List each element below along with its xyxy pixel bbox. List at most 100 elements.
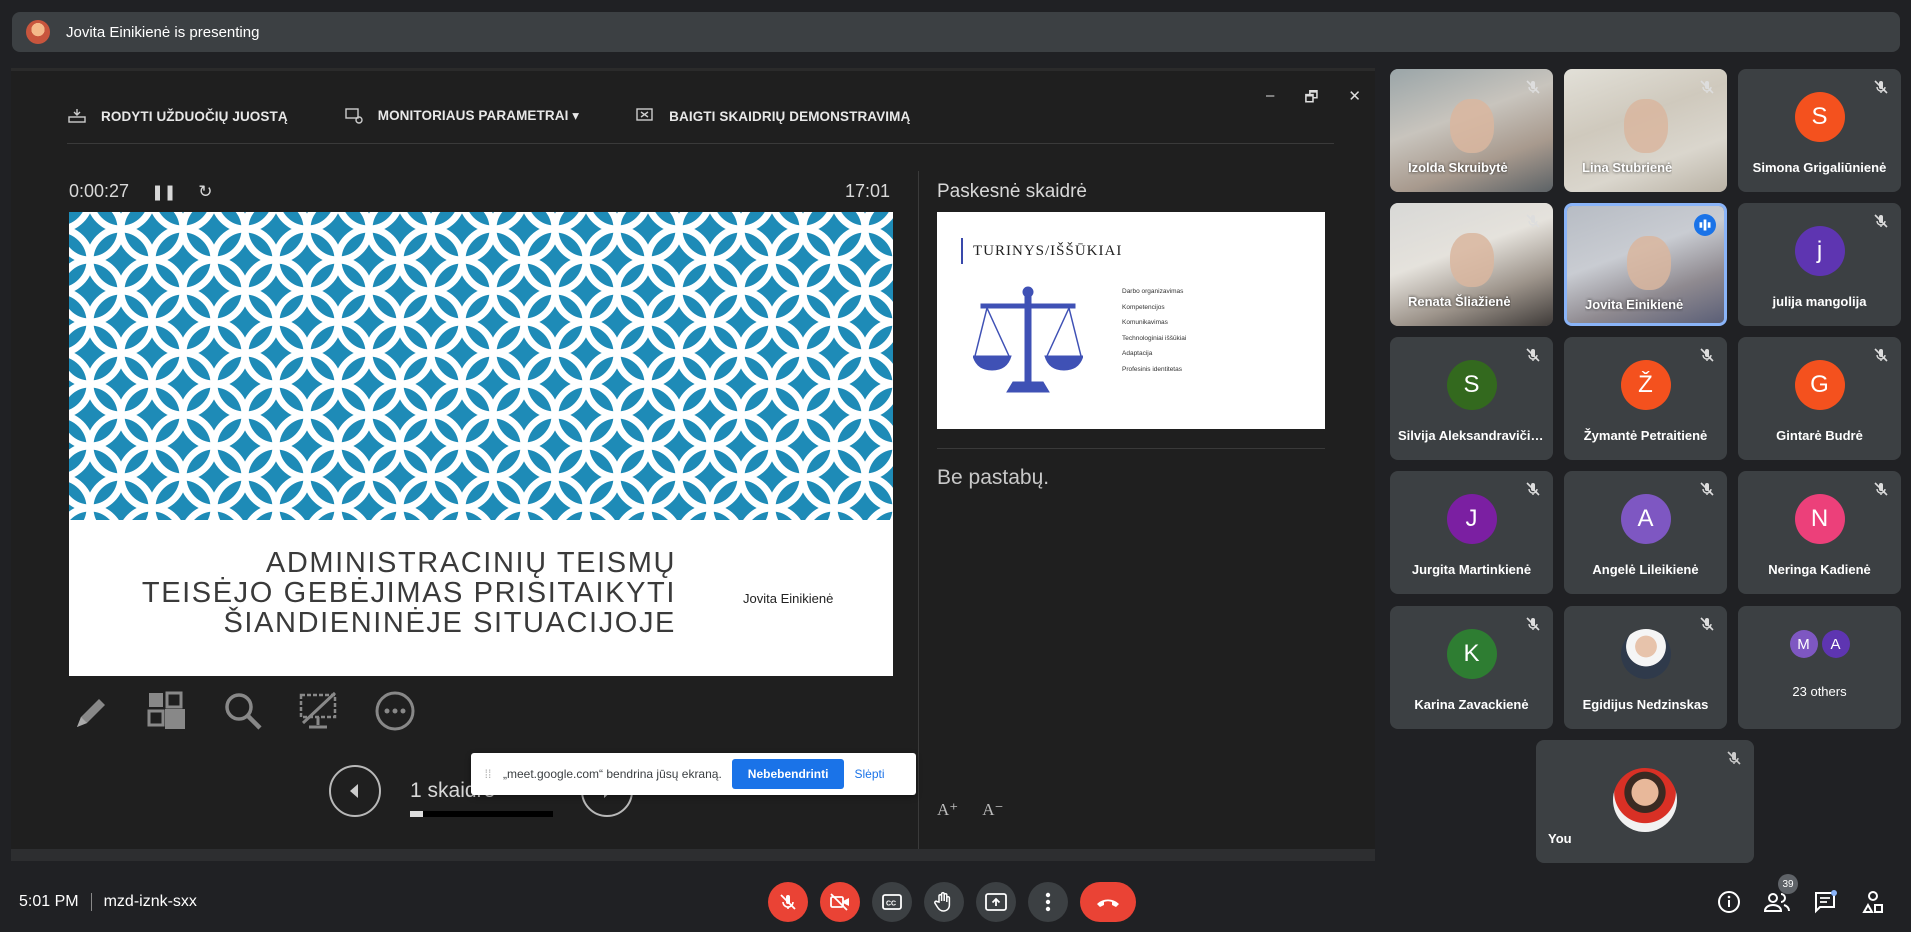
drag-handle[interactable]: ⁞⁞ [479,767,497,781]
black-screen-icon[interactable] [297,689,341,733]
zoom-icon[interactable] [221,689,265,733]
avatar: j [1794,226,1845,276]
more-options-button[interactable] [1028,882,1068,922]
taskbar-icon [68,109,86,123]
all-slides-icon[interactable] [145,689,189,733]
meeting-info: 5:01 PM mzd-iznk-sxx [19,893,197,911]
list-item: Komunikavimas [1122,319,1168,326]
slide-title: ADMINISTRACINIŲ TEISMŲ TEISĖJO GEBĖJIMAS… [142,548,676,638]
end-slideshow-button[interactable]: BAIGTI SKAIDRIŲ DEMONSTRAVIMĄ [635,107,910,125]
participant-name: Jurgita Martinkienė [1411,562,1532,577]
leave-call-button[interactable] [1080,882,1136,922]
participant-name: Simona Grigaliūnienė [1752,160,1887,175]
display-settings-button[interactable]: MONITORIAUS PARAMETRAI ▾ [344,107,579,125]
face [1450,99,1494,153]
participant-tile[interactable]: Ž Žymantė Petraitienė [1564,337,1727,460]
avatar: Ž [1620,360,1671,410]
speaker-notes: Be pastabų. [937,466,1050,489]
captions-button[interactable]: CC [872,882,912,922]
chevron-left-icon [350,784,358,798]
mic-off-icon [1874,80,1888,94]
participant-tile[interactable]: Egidijus Nedzinskas [1564,606,1727,729]
presenting-banner: Jovita Einikienė is presenting [12,12,1900,52]
window-controls: – 🗗 ✕ [1266,87,1361,112]
mic-off-icon [1874,214,1888,228]
toolbar-divider [67,143,1334,144]
previous-slide-button[interactable] [329,765,381,817]
self-tile[interactable]: You [1536,740,1754,863]
speaking-icon [1694,214,1716,236]
participant-tile[interactable]: J Jurgita Martinkienė [1390,471,1553,594]
participant-tile[interactable]: S Silvija Aleksandravičienė [1390,337,1553,460]
end-show-icon [636,108,653,121]
slide-progress-fill [410,811,423,817]
decrease-font-button[interactable]: A⁻ [982,800,1003,820]
pen-icon[interactable] [69,689,113,733]
restart-icon[interactable]: ↻ [198,182,212,202]
monitor-gear-icon [345,108,363,124]
presenting-text: Jovita Einikienė is presenting [66,23,260,41]
meeting-details-button[interactable] [1716,889,1742,915]
mic-off-icon [1526,482,1540,496]
screen-share-notification: ⁞⁞ „meet.google.com“ bendrina jūsų ekran… [471,753,916,795]
next-slide-label: Paskesnė skaidrė [937,181,1087,202]
stop-sharing-button[interactable]: Nebebendrinti [731,759,845,789]
mic-off-icon [1700,482,1714,496]
show-taskbar-label: RODYTI UŽDUOČIŲ JUOSTĄ [101,108,288,124]
hand-icon [934,892,951,912]
participant-tile[interactable]: G Gintarė Budrė [1738,337,1901,460]
participant-tile[interactable]: Izolda Skruibytė [1390,69,1553,192]
close-button[interactable]: ✕ [1348,87,1361,112]
participant-tile[interactable]: S Simona Grigaliūnienė [1738,69,1901,192]
participant-count-badge: 39 [1778,874,1798,894]
face [1450,233,1494,287]
activities-icon [1862,891,1883,913]
participant-tile[interactable]: Lina Stubrienė [1564,69,1727,192]
pattern-rings [69,212,893,520]
restore-button[interactable]: 🗗 [1304,87,1318,112]
list-item: Adaptacija [1122,350,1153,357]
end-slideshow-label: BAIGTI SKAIDRIŲ DEMONSTRAVIMĄ [669,108,911,124]
participant-tile[interactable]: K Karina Zavackienė [1390,606,1553,729]
participant-tile[interactable]: Jovita Einikienė [1564,203,1727,326]
participant-name: Karina Zavackienė [1414,697,1529,712]
elapsed-time: 0:00:27 [69,181,130,201]
activities-button[interactable] [1860,889,1886,915]
chat-button[interactable] [1812,889,1838,915]
clock: 17:01 [845,181,891,201]
increase-font-button[interactable]: A⁺ [937,800,958,820]
list-item: Technologiniai iššūkiai [1122,334,1187,342]
participant-name: Jovita Einikienė [1585,297,1684,312]
participant-tile[interactable]: Renata Šliažienė [1390,203,1553,326]
others-avatars: MA [1789,630,1850,658]
hang-up-icon [1097,899,1119,907]
pause-icon[interactable]: ❚❚ [151,183,176,201]
participant-tile[interactable]: A Angelė Lileikienė [1564,471,1727,594]
presenter-bottom-band [11,849,1375,861]
participant-name: Neringa Kadienė [1768,562,1871,577]
avatar: N [1794,494,1845,544]
avatar: S [1794,92,1845,142]
minimize-button[interactable]: – [1266,87,1274,112]
mini-avatar: M [1789,630,1818,658]
participant-name: Angelė Lileikienė [1592,562,1699,577]
participant-name: Renata Šliažienė [1408,294,1511,309]
mic-off-icon [1526,348,1540,362]
raise-hand-button[interactable] [924,882,964,922]
others-tile[interactable]: M A 23 others [1738,606,1901,729]
camera-button[interactable] [820,882,860,922]
avatar: S [1446,360,1497,410]
mic-off-icon [1526,617,1540,631]
participant-tile[interactable]: j julija mangolija [1738,203,1901,326]
show-taskbar-button[interactable]: RODYTI UŽDUOČIŲ JUOSTĄ [67,107,288,125]
more-vert-icon [1045,892,1051,912]
avatar [1620,629,1671,679]
present-button[interactable] [976,882,1016,922]
pane-divider[interactable] [918,171,919,851]
more-options-icon[interactable] [373,689,417,733]
hide-button[interactable]: Slėpti [854,767,884,781]
mic-off-icon [1700,80,1714,94]
people-icon [1764,893,1790,912]
microphone-button[interactable] [768,882,808,922]
participant-tile[interactable]: N Neringa Kadienė [1738,471,1901,594]
